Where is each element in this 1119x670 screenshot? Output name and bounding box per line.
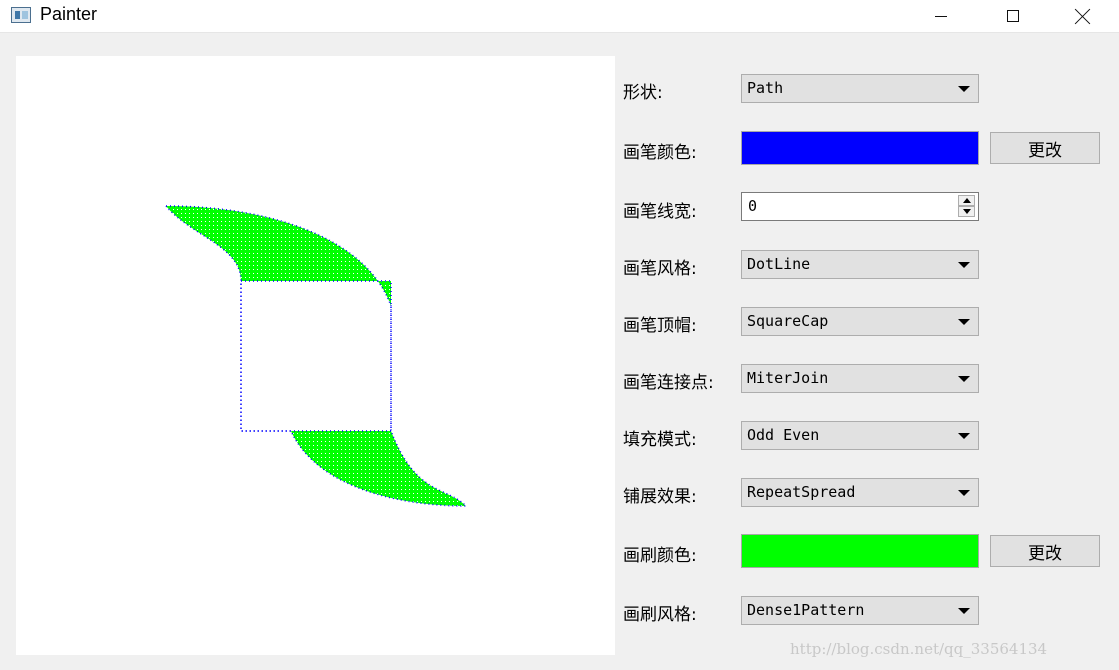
brush-style-combobox[interactable]: Dense1Pattern	[741, 596, 979, 625]
pen-join-label: 画笔连接点:	[623, 373, 714, 393]
pen-width-label: 画笔线宽:	[623, 202, 697, 222]
pen-color-label: 画笔颜色:	[623, 143, 697, 163]
pen-color-swatch	[741, 131, 979, 165]
pen-style-label: 画笔风格:	[623, 259, 697, 279]
painter-app-icon	[11, 7, 31, 23]
brush-color-label: 画刷颜色:	[623, 546, 697, 566]
brush-color-swatch	[741, 534, 979, 568]
pen-cap-value: SquareCap	[747, 312, 829, 330]
dropdown-arrow-icon	[958, 490, 970, 496]
title-bar: Painter	[0, 0, 1119, 33]
brush-style-value: Dense1Pattern	[747, 601, 865, 619]
drawing-canvas	[16, 56, 615, 655]
dropdown-arrow-icon	[958, 608, 970, 614]
path-shape	[164, 205, 468, 507]
pen-cap-combobox[interactable]: SquareCap	[741, 307, 979, 336]
fill-mode-combobox[interactable]: Odd Even	[741, 421, 979, 450]
maximize-button[interactable]	[990, 0, 1036, 32]
shape-combobox[interactable]: Path	[741, 74, 979, 103]
pen-style-combobox[interactable]: DotLine	[741, 250, 979, 279]
fill-mode-label: 填充模式:	[623, 430, 697, 450]
fill-mode-value: Odd Even	[747, 426, 820, 444]
minimize-icon	[935, 15, 947, 17]
watermark-text: http://blog.csdn.net/qq_33564134	[790, 640, 1048, 658]
minimize-button[interactable]	[918, 0, 964, 32]
brush-style-label: 画刷风格:	[623, 605, 697, 625]
shape-label: 形状:	[623, 83, 663, 103]
spin-up-button[interactable]	[958, 195, 975, 206]
brush-color-change-button[interactable]: 更改	[990, 535, 1100, 567]
spread-label: 铺展效果:	[623, 487, 697, 507]
pen-color-change-button[interactable]: 更改	[990, 132, 1100, 164]
pen-cap-label: 画笔顶帽:	[623, 316, 697, 336]
painted-path-shape	[164, 205, 468, 507]
dropdown-arrow-icon	[958, 433, 970, 439]
dropdown-arrow-icon	[958, 376, 970, 382]
maximize-icon	[1007, 10, 1019, 22]
dropdown-arrow-icon	[958, 86, 970, 92]
spin-down-button[interactable]	[958, 206, 975, 217]
window-title: Painter	[40, 4, 98, 24]
pen-join-combobox[interactable]: MiterJoin	[741, 364, 979, 393]
pen-width-value: 0	[748, 197, 758, 215]
close-button[interactable]	[1060, 0, 1106, 32]
pen-width-spinbox[interactable]: 0	[741, 192, 979, 221]
pen-join-value: MiterJoin	[747, 369, 829, 387]
dropdown-arrow-icon	[958, 319, 970, 325]
spread-combobox[interactable]: RepeatSpread	[741, 478, 979, 507]
shape-value: Path	[747, 79, 784, 97]
pen-style-value: DotLine	[747, 255, 811, 273]
dropdown-arrow-icon	[958, 262, 970, 268]
close-icon	[1075, 8, 1091, 24]
spread-value: RepeatSpread	[747, 483, 856, 501]
